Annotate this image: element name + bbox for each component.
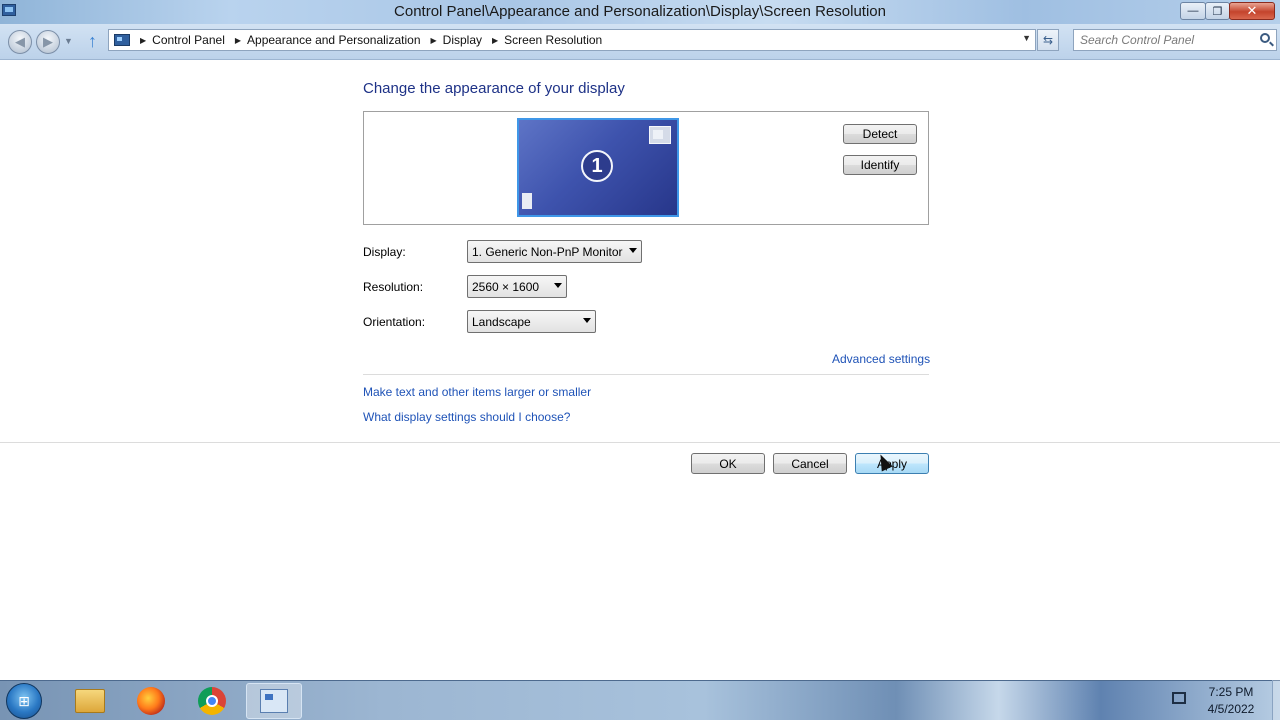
taskbar-control-panel[interactable] xyxy=(246,683,302,719)
detect-button[interactable]: Detect xyxy=(843,124,917,144)
recent-pages-dropdown-icon[interactable]: ▼ xyxy=(64,36,73,46)
clock-time: 7:25 PM xyxy=(1208,685,1254,699)
footer-divider xyxy=(0,442,1280,443)
sidebar-preview-icon xyxy=(522,193,532,209)
page-title: Change the appearance of your display xyxy=(363,80,625,97)
display-settings-help-link[interactable]: What display settings should I choose? xyxy=(363,410,570,424)
close-button[interactable]: ✕ xyxy=(1229,2,1275,20)
forward-button[interactable]: ▶ xyxy=(36,30,60,54)
text-size-link[interactable]: Make text and other items larger or smal… xyxy=(363,385,591,399)
folder-icon xyxy=(75,689,105,713)
breadcrumb-screen-resolution[interactable]: Screen Resolution xyxy=(504,33,602,47)
taskbar-windows-explorer[interactable] xyxy=(62,683,118,719)
back-button[interactable]: ◀ xyxy=(8,30,32,54)
breadcrumb-display[interactable]: Display xyxy=(443,33,482,47)
window-title: Control Panel\Appearance and Personaliza… xyxy=(394,3,886,20)
taskbar-firefox[interactable] xyxy=(123,683,179,719)
control-panel-icon xyxy=(260,689,288,713)
network-icon[interactable] xyxy=(1172,692,1186,704)
back-arrow-icon: ◀ xyxy=(15,34,25,49)
refresh-icon: ⇆ xyxy=(1042,33,1054,47)
maximize-button[interactable]: ❐ xyxy=(1205,2,1230,20)
breadcrumb-appearance-personalization[interactable]: Appearance and Personalization xyxy=(247,33,420,47)
clock[interactable]: 7:25 PM 4/5/2022 xyxy=(1196,684,1266,718)
firefox-icon xyxy=(137,687,165,715)
taskbar-chrome[interactable] xyxy=(184,683,240,719)
orientation-select[interactable]: Landscape xyxy=(467,310,596,333)
resolution-select-value: 2560 × 1600 xyxy=(472,280,540,294)
advanced-settings-link[interactable]: Advanced settings xyxy=(832,352,930,366)
refresh-button[interactable]: ⇆ xyxy=(1037,29,1059,51)
breadcrumb-separator-icon[interactable]: ▶ xyxy=(492,36,498,45)
identify-button[interactable]: Identify xyxy=(843,155,917,175)
forward-arrow-icon: ▶ xyxy=(43,34,53,49)
breadcrumb-separator-icon[interactable]: ▶ xyxy=(431,36,437,45)
title-bar: Control Panel\Appearance and Personaliza… xyxy=(0,0,1280,24)
chrome-icon xyxy=(198,687,226,715)
minimize-button[interactable]: — xyxy=(1180,2,1206,20)
window-preview-icon xyxy=(649,126,671,144)
minimize-icon: — xyxy=(1187,5,1199,17)
search-input[interactable] xyxy=(1080,31,1250,49)
resolution-select[interactable]: 2560 × 1600 xyxy=(467,275,567,298)
chevron-down-icon xyxy=(583,318,591,323)
chevron-down-icon xyxy=(629,248,637,253)
breadcrumb-control-panel[interactable]: Control Panel xyxy=(152,33,225,47)
chevron-down-icon xyxy=(554,283,562,288)
maximize-icon: ❐ xyxy=(1212,5,1223,18)
clock-date: 4/5/2022 xyxy=(1207,702,1255,716)
section-divider xyxy=(363,374,929,375)
display-select-value: 1. Generic Non-PnP Monitor xyxy=(472,245,623,259)
address-bar[interactable]: ▶ Control Panel ▶ Appearance and Persona… xyxy=(108,29,1036,51)
cancel-button[interactable]: Cancel xyxy=(773,453,847,474)
search-icon[interactable] xyxy=(1260,33,1270,43)
taskbar: ⊞ xyxy=(0,680,1280,720)
ok-button[interactable]: OK xyxy=(691,453,765,474)
windows-logo-icon: ⊞ xyxy=(18,692,30,709)
breadcrumb-separator-icon[interactable]: ▶ xyxy=(140,36,146,45)
display-label: Display: xyxy=(363,245,406,259)
breadcrumb-separator-icon[interactable]: ▶ xyxy=(235,36,241,45)
display-select[interactable]: 1. Generic Non-PnP Monitor xyxy=(467,240,642,263)
search-box[interactable] xyxy=(1073,29,1277,51)
apply-button[interactable]: Apply xyxy=(855,453,929,474)
start-button[interactable]: ⊞ xyxy=(6,683,42,719)
navigation-bar: ◀ ▶ ▼ ↑ ▶ Control Panel ▶ Appearance and… xyxy=(0,24,1280,60)
control-panel-icon xyxy=(114,34,130,46)
resolution-label: Resolution: xyxy=(363,280,424,294)
orientation-label: Orientation: xyxy=(363,315,426,329)
monitor-1-thumbnail[interactable]: 1 xyxy=(517,118,679,217)
monitor-number-badge: 1 xyxy=(581,150,613,182)
address-history-dropdown-icon[interactable]: ▼ xyxy=(1022,33,1031,43)
up-arrow-icon[interactable]: ↑ xyxy=(88,31,97,52)
orientation-select-value: Landscape xyxy=(472,315,531,329)
close-icon: ✕ xyxy=(1246,3,1258,18)
show-desktop-button[interactable] xyxy=(1272,680,1280,720)
